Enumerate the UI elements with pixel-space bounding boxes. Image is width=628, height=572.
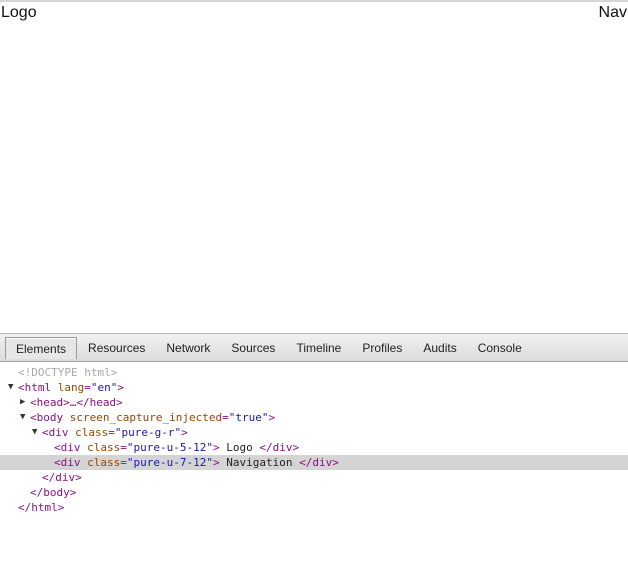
dom-node-div-grid[interactable]: ▼ <div class="pure-g-r"> bbox=[0, 425, 628, 440]
page-logo-text: Logo bbox=[1, 4, 37, 21]
equals-sign: = bbox=[222, 411, 229, 424]
attr-value: "en" bbox=[90, 381, 118, 394]
attr-name: screen_capture_injected bbox=[69, 411, 223, 424]
tag-name: <body bbox=[30, 411, 64, 424]
dom-node-div-grid-close[interactable]: </div> bbox=[0, 470, 628, 485]
tab-sources[interactable]: Sources bbox=[221, 337, 285, 359]
expanded-triangle-icon[interactable]: ▼ bbox=[32, 425, 37, 440]
equals-sign: = bbox=[120, 456, 127, 469]
closing-tag: </body> bbox=[30, 486, 77, 499]
attr-value: "pure-g-r" bbox=[114, 426, 182, 439]
tab-elements[interactable]: Elements bbox=[5, 336, 78, 359]
tag-bracket: > bbox=[212, 441, 220, 454]
expanded-triangle-icon[interactable]: ▼ bbox=[8, 380, 13, 395]
tab-console[interactable]: Console bbox=[468, 337, 532, 359]
tag-name: <html bbox=[18, 381, 52, 394]
closing-tag: </div> bbox=[259, 441, 300, 454]
tab-network[interactable]: Network bbox=[156, 337, 220, 359]
node-text: Logo bbox=[219, 441, 260, 454]
attr-name: class bbox=[87, 456, 121, 469]
page-viewport: Logo Nav bbox=[0, 0, 628, 333]
equals-sign: = bbox=[120, 441, 127, 454]
dom-tree: <!DOCTYPE html> ▼ <html lang="en"> ▶ <head… bbox=[0, 362, 628, 515]
closing-tag: </div> bbox=[299, 456, 339, 469]
tag-name: <div bbox=[42, 426, 69, 439]
tag-bracket: > bbox=[212, 456, 220, 469]
dom-node-body[interactable]: ▼ <body screen_capture_injected="true"> bbox=[0, 410, 628, 425]
tab-profiles[interactable]: Profiles bbox=[352, 337, 412, 359]
devtools-tab-bar: Elements Resources Network Sources Timel… bbox=[0, 334, 628, 362]
dom-node-div-logo[interactable]: <div class="pure-u-5-12"> Logo </div> bbox=[0, 440, 628, 455]
tag-name: <head>…</head> bbox=[30, 396, 123, 409]
dom-node-doctype[interactable]: <!DOCTYPE html> bbox=[0, 365, 628, 380]
collapsed-triangle-icon[interactable]: ▶ bbox=[20, 395, 25, 410]
devtools-panel: Elements Resources Network Sources Timel… bbox=[0, 333, 628, 572]
dom-node-body-close[interactable]: </body> bbox=[0, 485, 628, 500]
attr-name: class bbox=[87, 441, 121, 454]
expanded-triangle-icon[interactable]: ▼ bbox=[20, 410, 25, 425]
tag-bracket: > bbox=[181, 426, 188, 439]
tag-name: <div bbox=[54, 441, 81, 454]
attr-name: lang bbox=[57, 381, 85, 394]
page-nav-text: Nav bbox=[598, 4, 627, 21]
dom-node-head[interactable]: ▶ <head>…</head> bbox=[0, 395, 628, 410]
attr-value: "pure-u-5-12" bbox=[126, 441, 213, 454]
attr-value: "true" bbox=[228, 411, 269, 424]
doctype-text: <!DOCTYPE html> bbox=[18, 366, 118, 379]
node-text: Navigation bbox=[219, 456, 300, 469]
tab-resources[interactable]: Resources bbox=[78, 337, 155, 359]
tab-timeline[interactable]: Timeline bbox=[286, 337, 351, 359]
tag-bracket: > bbox=[268, 411, 276, 424]
dom-node-html[interactable]: ▼ <html lang="en"> bbox=[0, 380, 628, 395]
equals-sign: = bbox=[84, 381, 91, 394]
dom-node-div-nav[interactable]: <div class="pure-u-7-12"> Navigation </d… bbox=[0, 455, 628, 470]
closing-tag: </div> bbox=[42, 471, 82, 484]
attr-value: "pure-u-7-12" bbox=[126, 456, 213, 469]
attr-name: class bbox=[75, 426, 109, 439]
tag-name: <div bbox=[54, 456, 81, 469]
tab-audits[interactable]: Audits bbox=[413, 337, 466, 359]
closing-tag: </html> bbox=[18, 501, 65, 514]
equals-sign: = bbox=[108, 426, 115, 439]
dom-node-html-close[interactable]: </html> bbox=[0, 500, 628, 515]
tag-bracket: > bbox=[117, 381, 124, 394]
